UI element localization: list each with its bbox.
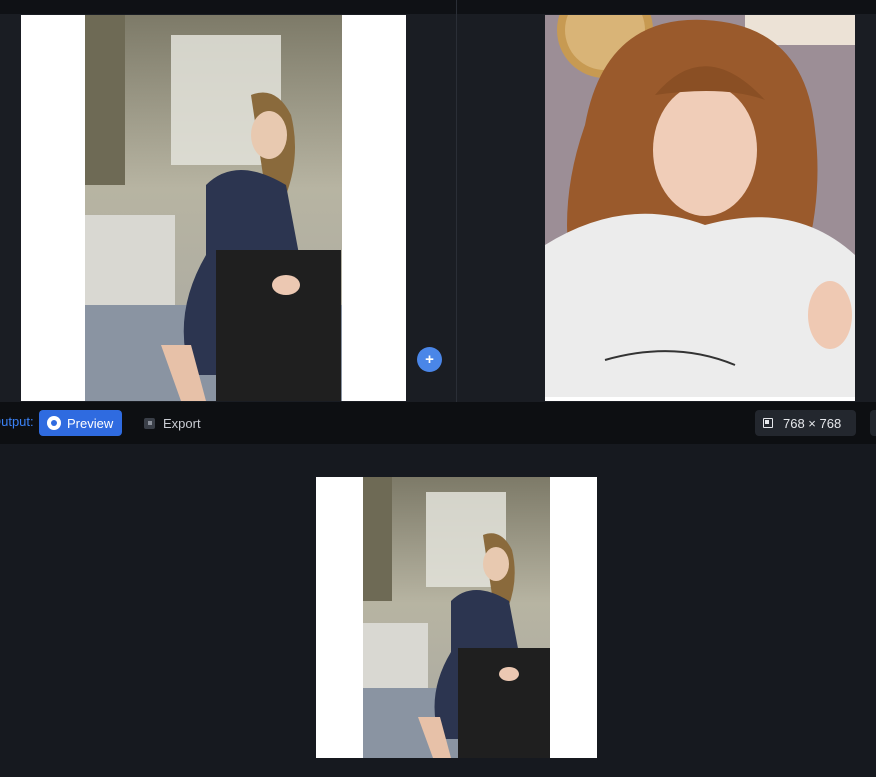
reference-image bbox=[545, 15, 855, 401]
plus-icon: + bbox=[425, 351, 434, 368]
dimensions-label: 768 × 768 bbox=[783, 415, 842, 431]
export-icon bbox=[144, 417, 155, 429]
output-label: Output: bbox=[0, 414, 34, 429]
add-button[interactable]: + bbox=[417, 347, 442, 372]
output-image bbox=[316, 477, 597, 758]
preview-button[interactable]: Preview bbox=[39, 410, 122, 436]
eye-icon bbox=[47, 416, 61, 430]
toolbar-overflow-button[interactable] bbox=[870, 410, 876, 436]
export-button[interactable]: Export bbox=[140, 410, 201, 436]
export-label: Export bbox=[163, 415, 201, 431]
resize-icon bbox=[763, 418, 773, 428]
source-image bbox=[21, 15, 406, 401]
dimensions-badge: 768 × 768 bbox=[755, 410, 856, 436]
top-strip bbox=[0, 0, 876, 14]
output-toolbar bbox=[0, 402, 876, 444]
preview-label: Preview bbox=[67, 415, 114, 431]
